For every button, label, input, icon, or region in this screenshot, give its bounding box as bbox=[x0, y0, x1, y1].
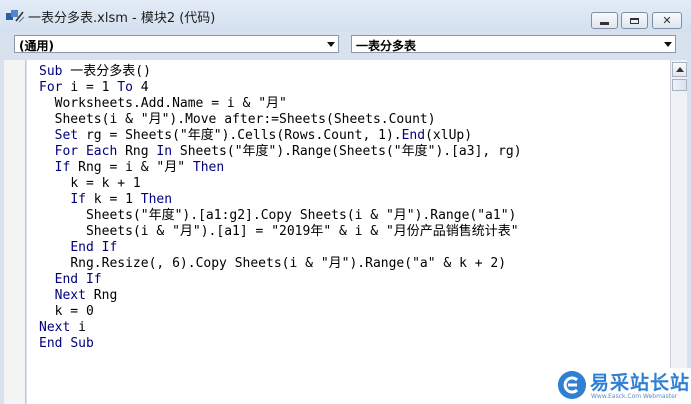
watermark-name: 易采站长站 bbox=[590, 372, 691, 394]
code-line[interactable]: Sheets(i & "月").[a1] = "2019年" & i & "月份… bbox=[39, 224, 522, 240]
chevron-down-icon bbox=[663, 41, 672, 47]
code-line[interactable]: Next i bbox=[39, 320, 522, 336]
vertical-scrollbar[interactable] bbox=[670, 60, 687, 404]
code-line[interactable]: Next Rng bbox=[39, 288, 522, 304]
margin-indicator-bar[interactable] bbox=[4, 60, 26, 404]
minimize-icon bbox=[600, 21, 609, 25]
chevron-up-icon bbox=[675, 67, 684, 72]
code-line[interactable]: Set rg = Sheets("年度").Cells(Rows.Count, … bbox=[39, 128, 522, 144]
object-combo-value: (通用) bbox=[19, 39, 54, 53]
vba-project-icon[interactable] bbox=[5, 8, 25, 24]
watermark-sub: Www.Easck.Com Webmaster bbox=[591, 393, 678, 400]
site-logo-icon bbox=[558, 371, 586, 399]
code-line[interactable]: k = k + 1 bbox=[39, 176, 522, 192]
minimize-button[interactable] bbox=[591, 12, 618, 29]
scroll-thumb[interactable] bbox=[672, 79, 687, 91]
code-line[interactable]: Rng.Resize(, 6).Copy Sheets(i & "月").Ran… bbox=[39, 256, 522, 272]
code-window: Sub 一表分多表() For i = 1 To 4 Worksheets.Add… bbox=[0, 56, 691, 404]
code-line[interactable]: Sheets(i & "月").Move after:=Sheets(Sheet… bbox=[39, 112, 522, 128]
code-line[interactable]: End If bbox=[39, 240, 522, 256]
code-line[interactable]: k = 0 bbox=[39, 304, 522, 320]
scroll-up-button[interactable] bbox=[672, 62, 687, 77]
maximize-icon bbox=[630, 17, 639, 24]
code-line[interactable]: Worksheets.Add.Name = i & "月" bbox=[39, 96, 522, 112]
code-line[interactable]: Sheets("年度").[a1:g2].Copy Sheets(i & "月"… bbox=[39, 208, 522, 224]
window-title: 一表分多表.xlsm - 模块2 (代码) bbox=[28, 11, 216, 26]
object-combo[interactable]: (通用) bbox=[14, 35, 339, 53]
code-line[interactable]: Sub 一表分多表() bbox=[39, 64, 522, 80]
combo-toolbar: (通用) 一表分多表 bbox=[0, 32, 691, 56]
close-icon: ✕ bbox=[662, 14, 672, 27]
procedure-combo-arrow[interactable] bbox=[660, 36, 675, 52]
code-line[interactable]: End If bbox=[39, 272, 522, 288]
code-line[interactable]: If k = 1 Then bbox=[39, 192, 522, 208]
code-text[interactable]: Sub 一表分多表() For i = 1 To 4 Worksheets.Add… bbox=[39, 64, 522, 352]
procedure-combo[interactable]: 一表分多表 bbox=[351, 35, 676, 53]
maximize-button[interactable] bbox=[621, 12, 648, 29]
watermark: 易采站长站 Www.Easck.Com Webmaster bbox=[556, 368, 691, 404]
chevron-down-icon bbox=[326, 41, 335, 47]
code-line[interactable]: For Each Rng In Sheets("年度").Range(Sheet… bbox=[39, 144, 522, 160]
title-bar: 一表分多表.xlsm - 模块2 (代码) ✕ bbox=[0, 0, 691, 32]
code-line[interactable]: For i = 1 To 4 bbox=[39, 80, 522, 96]
procedure-combo-value: 一表分多表 bbox=[356, 39, 417, 53]
close-button[interactable]: ✕ bbox=[652, 12, 682, 29]
object-combo-arrow[interactable] bbox=[323, 36, 338, 52]
code-line[interactable]: End Sub bbox=[39, 336, 522, 352]
code-pane[interactable]: Sub 一表分多表() For i = 1 To 4 Worksheets.Add… bbox=[27, 60, 670, 404]
code-line[interactable]: If Rng = i & "月" Then bbox=[39, 160, 522, 176]
